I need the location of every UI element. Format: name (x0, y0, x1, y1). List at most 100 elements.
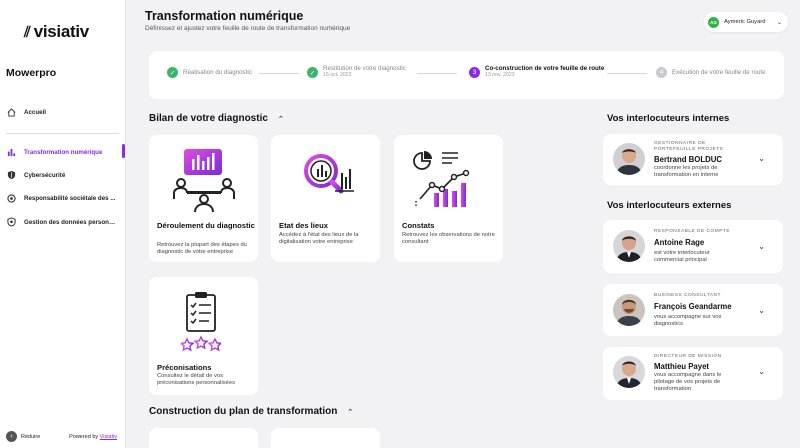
chevron-down-icon[interactable]: ⌄ (758, 242, 765, 251)
plan-card[interactable] (271, 428, 380, 448)
card-deroulement[interactable]: Déroulement du diagnostic Retrouvez la p… (149, 135, 258, 262)
step-restitution[interactable]: ✓ Restitution de votre diagnostic 15 oct… (307, 65, 406, 79)
chevron-up-icon[interactable]: ⌃ (278, 115, 284, 123)
page-title: Transformation numérique (145, 9, 304, 23)
contact-description: vous accompagne sur vos diagnostics (654, 314, 722, 327)
sidebar-item-label: Accueil (24, 108, 47, 116)
contact-card-rage[interactable]: RESPONSABLE DE COMPTE Antoine Rage est v… (603, 220, 783, 273)
card-title: Constats (402, 221, 435, 230)
card-preconisations[interactable]: Préconisations Consultez le détail de vo… (149, 277, 258, 395)
contact-photo (613, 356, 645, 388)
contact-name: François Geandarme (654, 302, 732, 311)
step-number: 3 (469, 67, 480, 78)
user-menu-button[interactable]: AG Aymeric Guyard ⌄ (704, 12, 788, 32)
contact-role: RESPONSABLE DE COMPTE (654, 229, 731, 234)
sidebar-item-donnees-personnelles[interactable]: Gestion des données personn... (0, 213, 126, 231)
card-title: Déroulement du diagnostic (157, 221, 255, 230)
sidebar-item-transformation[interactable]: Transformation numérique (0, 143, 126, 161)
step-label: Réalisation du diagnostic (183, 69, 252, 76)
step-label: Exécution de votre feuille de route (672, 69, 766, 76)
sidebar-item-label: Cybersécurité (24, 171, 66, 179)
active-indicator (122, 144, 125, 158)
sidebar-item-accueil[interactable]: Accueil (0, 103, 126, 121)
logo-text: visiativ (33, 22, 90, 41)
growth-chart-icon (413, 151, 470, 207)
step-connector (259, 73, 299, 74)
contact-description: vous accompagne dans le pilotage de vos … (654, 372, 722, 392)
checklist-stars-icon (181, 292, 221, 352)
plan-card[interactable] (149, 428, 258, 448)
internal-contacts-title: Vos interlocuteurs internes (607, 113, 730, 124)
contact-role: BUSINESS CONSULTANT (654, 293, 721, 298)
sidebar: ⫽ visiativ Mowerpro Accueil Transformati… (0, 0, 126, 448)
globe-icon (6, 193, 16, 203)
sidebar-item-label: Transformation numérique (24, 148, 103, 156)
card-description: Consultez le détail de vos préconisation… (157, 373, 235, 387)
section-title: Bilan de votre diagnostic (149, 113, 268, 124)
home-icon (6, 107, 16, 117)
contact-name: Antoine Rage (654, 238, 705, 247)
shield-icon (6, 170, 16, 180)
contact-description: coordonne les projets de transformation … (654, 165, 719, 178)
roadmap-stepper: ✓ Réalisation du diagnostic ✓ Restitutio… (149, 51, 784, 99)
section-title: Construction du plan de transformation (149, 406, 338, 417)
meeting-icon (173, 149, 235, 213)
chevron-up-icon[interactable]: ⌃ (347, 408, 353, 416)
contact-name: Matthieu Payet (654, 362, 710, 371)
card-constats[interactable]: Constats Retrouvez les observations de n… (394, 135, 503, 262)
arrow-left-icon: ‹ (6, 431, 17, 442)
step-number: 4 (656, 67, 667, 78)
step-diagnostic[interactable]: ✓ Réalisation du diagnostic (167, 67, 252, 78)
contact-description: est votre interlocuteur commercial princ… (654, 250, 710, 263)
collapse-label: Réduire (21, 433, 41, 440)
contact-photo (613, 230, 645, 262)
step-connector (417, 73, 457, 74)
step-connector (607, 73, 647, 74)
magnifier-chart-icon (304, 154, 354, 194)
check-icon: ✓ (167, 67, 178, 78)
sidebar-divider (6, 133, 119, 134)
contact-role: DIRECTEUR DE MISSION (654, 354, 722, 359)
check-icon: ✓ (307, 67, 318, 78)
sidebar-footer: ‹ Réduire Powered by Visiativ (6, 431, 117, 442)
card-description: Retrouvez la plupart des étapes du diagn… (157, 242, 247, 256)
data-shield-icon (6, 217, 16, 227)
card-title: Etat des lieux (279, 221, 328, 230)
step-date: 15 oct. 2023 (323, 72, 352, 79)
powered-by: Powered by Visiativ (69, 434, 117, 440)
sidebar-item-label: Responsabilité sociétale des ... (24, 194, 116, 202)
sidebar-item-label: Gestion des données personn... (24, 218, 116, 226)
chevron-down-icon: ⌄ (776, 19, 782, 26)
visiativ-link[interactable]: Visiativ (100, 434, 117, 440)
organization-name: Mowerpro (6, 67, 57, 79)
bar-chart-icon (6, 147, 16, 157)
chevron-down-icon[interactable]: ⌄ (758, 306, 765, 315)
card-description: Retrouvez les observations de notre cons… (402, 232, 495, 246)
card-description: Accédez à l'état des lieux de la digital… (279, 232, 359, 246)
chevron-down-icon[interactable]: ⌄ (758, 367, 765, 376)
contact-photo (613, 294, 645, 326)
bilan-section-header: Bilan de votre diagnostic ⌃ (149, 113, 284, 124)
construction-section-header: Construction du plan de transformation ⌃ (149, 406, 353, 417)
sidebar-item-cybersecurite[interactable]: Cybersécurité (0, 166, 126, 184)
visiativ-logo[interactable]: ⫽ visiativ (24, 22, 89, 42)
powered-by-text: Powered by (69, 433, 99, 440)
step-coconstruction[interactable]: 3 Co-construction de votre feuille de ro… (469, 65, 604, 79)
external-contacts-title: Vos interlocuteurs externes (607, 200, 732, 211)
avatar: AG (708, 16, 719, 28)
contact-card-bolduc[interactable]: GESTIONNAIRE DE PORTEFEUILLE PROJETS Ber… (603, 134, 783, 185)
card-title: Préconisations (157, 363, 212, 372)
contact-role: GESTIONNAIRE DE PORTEFEUILLE PROJETS (654, 141, 724, 152)
logo-mark-icon: ⫽ (24, 23, 31, 41)
contact-photo (613, 143, 645, 175)
chevron-down-icon[interactable]: ⌄ (758, 154, 765, 163)
contact-name: Bertrand BOLDUC (654, 155, 723, 164)
sidebar-item-rse[interactable]: Responsabilité sociétale des ... (0, 189, 126, 207)
contact-card-payet[interactable]: DIRECTEUR DE MISSION Matthieu Payet vous… (603, 347, 783, 400)
step-label: Co-construction de votre feuille de rout… (485, 65, 605, 72)
step-execution[interactable]: 4 Exécution de votre feuille de route (656, 67, 766, 78)
card-etat-des-lieux[interactable]: Etat des lieux Accédez à l'état des lieu… (271, 135, 380, 262)
contact-card-geandarme[interactable]: BUSINESS CONSULTANT François Geandarme v… (603, 284, 783, 336)
collapse-sidebar-button[interactable]: ‹ Réduire (6, 431, 40, 442)
step-date: 13 nov. 2023 (485, 72, 515, 79)
